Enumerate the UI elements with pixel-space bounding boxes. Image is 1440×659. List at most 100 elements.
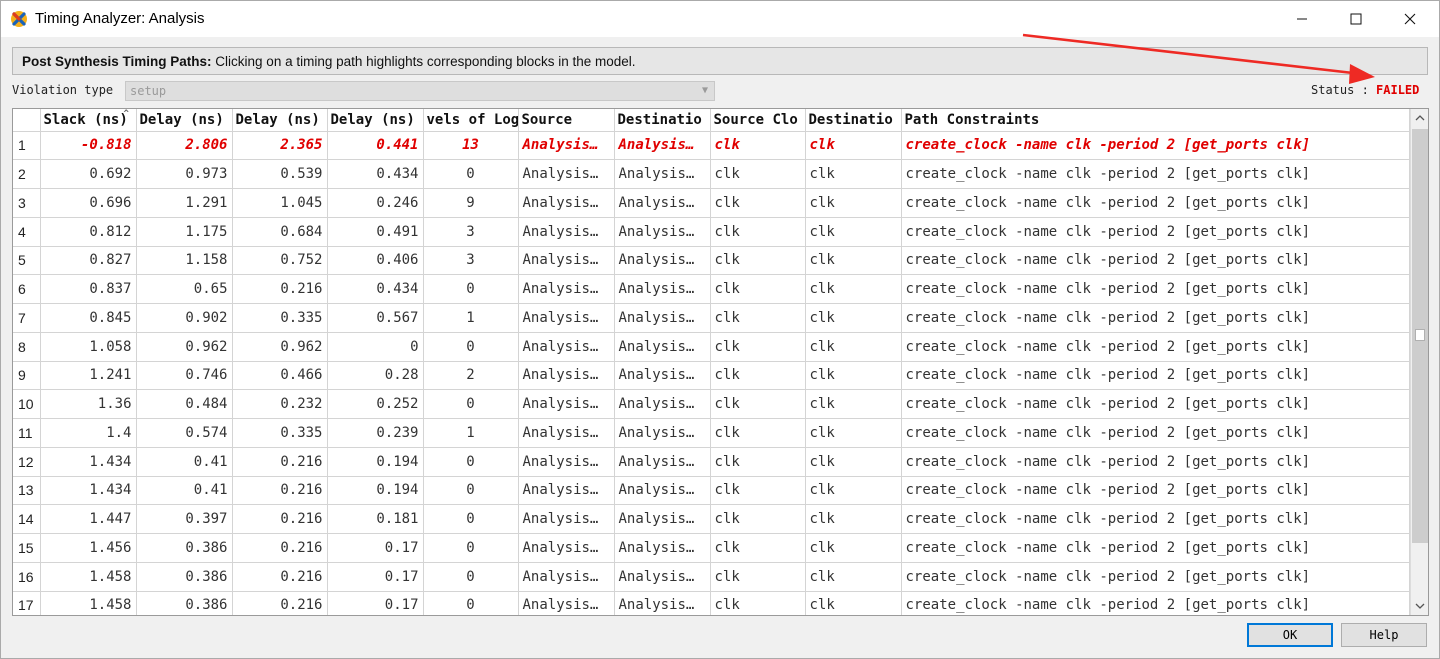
- table-row[interactable]: 4 0.812 1.175 0.684 0.491 3 Analysis… Analysis……: [13, 217, 1410, 247]
- slack-cell: 0.696: [40, 188, 137, 218]
- levels-of-logic-cell: 0: [423, 332, 519, 362]
- path-constraints-cell: create_clock -name clk -period 2 [get_po…: [901, 591, 1410, 615]
- destination-cell: Analysis…: [614, 217, 711, 247]
- scroll-down-button[interactable]: [1411, 597, 1428, 615]
- path-constraints-cell: create_clock -name clk -period 2 [get_po…: [901, 533, 1410, 563]
- table-row[interactable]: 9 1.241 0.746 0.466 0.28 2 Analysis… Analysis… c…: [13, 361, 1410, 391]
- destination-clock-cell: clk: [805, 332, 902, 362]
- app-logo-icon: [10, 10, 28, 28]
- maximize-button[interactable]: [1333, 1, 1379, 37]
- destination-clock-cell: clk: [805, 418, 902, 448]
- levels-of-logic-cell: 3: [423, 246, 519, 276]
- destination-cell: Analysis…: [614, 562, 711, 592]
- row-index: 16: [13, 562, 41, 592]
- delay-logic-cell: 0.466: [232, 361, 328, 391]
- slack-cell: 1.241: [40, 361, 137, 391]
- source-cell: Analysis…: [518, 303, 615, 333]
- delay-total-cell: 0.902: [136, 303, 233, 333]
- table-row[interactable]: 15 1.456 0.386 0.216 0.17 0 Analysis… Analysis……: [13, 533, 1410, 563]
- timing-paths-table[interactable]: Slack (ns) ^ Delay (ns) Delay (ns) Delay …: [12, 108, 1429, 616]
- slack-cell: 1.434: [40, 476, 137, 506]
- column-header-delay-logic[interactable]: Delay (ns): [232, 109, 328, 132]
- levels-of-logic-cell: 1: [423, 418, 519, 448]
- violation-type-select[interactable]: setup ▼: [125, 81, 715, 101]
- row-index: 4: [13, 217, 41, 247]
- row-index: 8: [13, 332, 41, 362]
- path-constraints-cell: create_clock -name clk -period 2 [get_po…: [901, 188, 1410, 218]
- source-clock-cell: clk: [710, 504, 806, 534]
- ok-button[interactable]: OK: [1247, 623, 1333, 647]
- column-header-delay-net[interactable]: Delay (ns): [327, 109, 424, 132]
- row-index: 5: [13, 246, 41, 276]
- table-row[interactable]: 12 1.434 0.41 0.216 0.194 0 Analysis… Analysis……: [13, 447, 1410, 477]
- delay-logic-cell: 0.539: [232, 159, 328, 189]
- table-row[interactable]: 14 1.447 0.397 0.216 0.181 0 Analysis… Analysis…: [13, 504, 1410, 534]
- path-constraints-cell: create_clock -name clk -period 2 [get_po…: [901, 504, 1410, 534]
- delay-total-cell: 0.962: [136, 332, 233, 362]
- path-constraints-cell: create_clock -name clk -period 2 [get_po…: [901, 447, 1410, 477]
- table-row[interactable]: 16 1.458 0.386 0.216 0.17 0 Analysis… Analysis……: [13, 562, 1410, 592]
- table-row[interactable]: 5 0.827 1.158 0.752 0.406 3 Analysis… Analysis……: [13, 246, 1410, 276]
- slack-cell: -0.818: [40, 131, 137, 161]
- table-row[interactable]: 2 0.692 0.973 0.539 0.434 0 Analysis… Analysis……: [13, 159, 1410, 189]
- destination-clock-cell: clk: [805, 188, 902, 218]
- destination-clock-cell: clk: [805, 131, 902, 161]
- delay-logic-cell: 0.752: [232, 246, 328, 276]
- levels-of-logic-cell: 0: [423, 159, 519, 189]
- title-bar[interactable]: Timing Analyzer: Analysis: [1, 1, 1439, 37]
- scroll-up-button[interactable]: [1411, 109, 1428, 127]
- source-clock-cell: clk: [710, 131, 806, 161]
- table-row[interactable]: 7 0.845 0.902 0.335 0.567 1 Analysis… Analysis……: [13, 303, 1410, 333]
- column-header-source-clock[interactable]: Source Clo: [710, 109, 806, 132]
- path-constraints-cell: create_clock -name clk -period 2 [get_po…: [901, 562, 1410, 592]
- table-row[interactable]: 10 1.36 0.484 0.232 0.252 0 Analysis… Analysis……: [13, 389, 1410, 419]
- delay-total-cell: 0.386: [136, 591, 233, 615]
- slack-cell: 1.458: [40, 591, 137, 615]
- table-row[interactable]: 3 0.696 1.291 1.045 0.246 9 Analysis… Analysis……: [13, 188, 1410, 218]
- slack-cell: 0.812: [40, 217, 137, 247]
- row-index: 12: [13, 447, 41, 477]
- column-header-destination[interactable]: Destinatio: [614, 109, 711, 132]
- help-button[interactable]: Help: [1341, 623, 1427, 647]
- source-clock-cell: clk: [710, 274, 806, 304]
- column-header-destination-clock[interactable]: Destinatio: [805, 109, 902, 132]
- delay-total-cell: 0.41: [136, 447, 233, 477]
- levels-of-logic-cell: 3: [423, 217, 519, 247]
- column-header-index[interactable]: [13, 109, 41, 132]
- source-clock-cell: clk: [710, 591, 806, 615]
- destination-clock-cell: clk: [805, 274, 902, 304]
- slack-cell: 0.845: [40, 303, 137, 333]
- column-header-path-constraints[interactable]: Path Constraints: [901, 109, 1410, 132]
- delay-logic-cell: 0.216: [232, 504, 328, 534]
- destination-clock-cell: clk: [805, 504, 902, 534]
- source-clock-cell: clk: [710, 159, 806, 189]
- destination-cell: Analysis…: [614, 131, 711, 161]
- row-index: 9: [13, 361, 41, 391]
- column-header-slack[interactable]: Slack (ns) ^: [40, 109, 137, 132]
- source-clock-cell: clk: [710, 246, 806, 276]
- table-row[interactable]: 17 1.458 0.386 0.216 0.17 0 Analysis… Analysis……: [13, 591, 1410, 615]
- minimize-button[interactable]: [1279, 1, 1325, 37]
- table-row[interactable]: 1 -0.818 2.806 2.365 0.441 13 Analysis… Analysi…: [13, 131, 1410, 161]
- delay-net-cell: 0.239: [327, 418, 424, 448]
- table-row[interactable]: 8 1.058 0.962 0.962 0 0 Analysis… Analysis… clk c…: [13, 332, 1410, 362]
- column-header-levels-of-logic[interactable]: vels of Log: [423, 109, 519, 132]
- table-row[interactable]: 11 1.4 0.574 0.335 0.239 1 Analysis… Analysis… c…: [13, 418, 1410, 448]
- row-index: 14: [13, 504, 41, 534]
- delay-net-cell: 0.252: [327, 389, 424, 419]
- column-header-source[interactable]: Source: [518, 109, 615, 132]
- delay-total-cell: 0.386: [136, 562, 233, 592]
- column-header-delay-total[interactable]: Delay (ns): [136, 109, 233, 132]
- path-constraints-cell: create_clock -name clk -period 2 [get_po…: [901, 131, 1410, 161]
- destination-clock-cell: clk: [805, 476, 902, 506]
- timing-analyzer-window: Timing Analyzer: Analysis Post Synthesis…: [0, 0, 1440, 659]
- destination-cell: Analysis…: [614, 533, 711, 563]
- table-row[interactable]: 6 0.837 0.65 0.216 0.434 0 Analysis… Analysis… c…: [13, 274, 1410, 304]
- close-button[interactable]: [1387, 1, 1433, 37]
- violation-type-value: setup: [130, 84, 167, 98]
- vertical-scrollbar[interactable]: [1410, 109, 1428, 615]
- destination-clock-cell: clk: [805, 246, 902, 276]
- delay-logic-cell: 0.216: [232, 562, 328, 592]
- table-row[interactable]: 13 1.434 0.41 0.216 0.194 0 Analysis… Analysis……: [13, 476, 1410, 506]
- delay-logic-cell: 0.216: [232, 447, 328, 477]
